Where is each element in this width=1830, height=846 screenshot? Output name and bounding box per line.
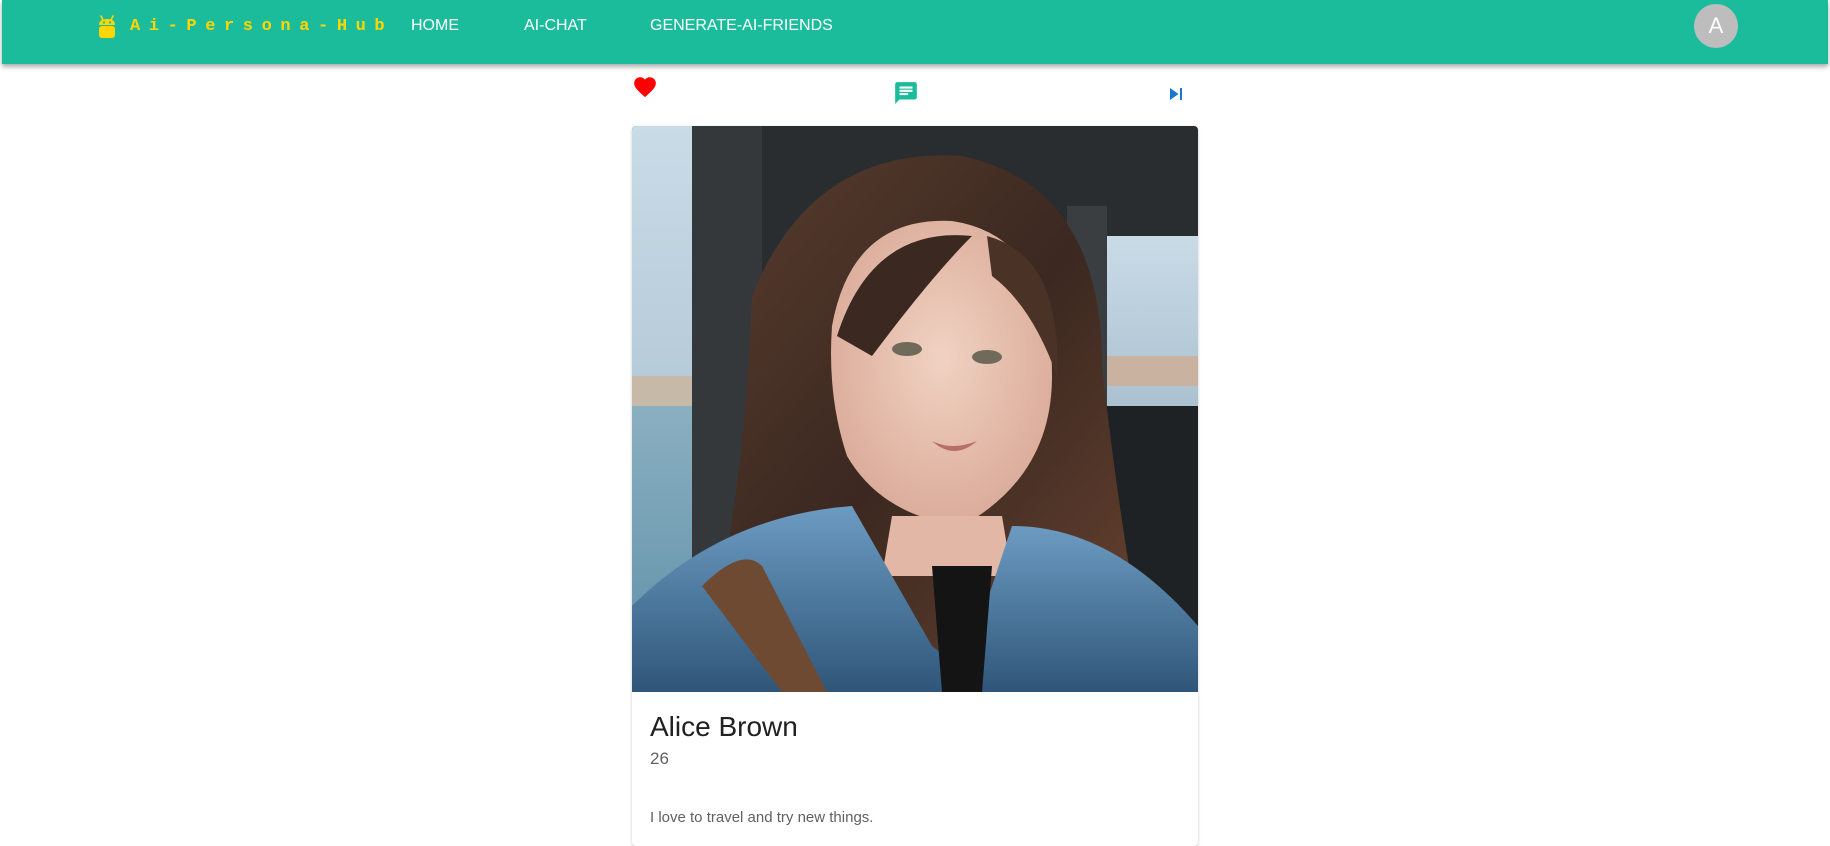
nav-generate-ai-friends[interactable]: GENERATE-AI-FRIENDS (650, 15, 833, 37)
persona-bio: I love to travel and try new things. (650, 809, 874, 826)
nav-home[interactable]: HOME (411, 15, 459, 37)
persona-name: Alice Brown (650, 711, 798, 742)
skip-next-icon[interactable] (1164, 82, 1188, 106)
chat-bubble-icon[interactable] (893, 80, 919, 106)
android-robot-icon (99, 15, 115, 38)
brand-name: Ai-Persona-Hub (130, 16, 394, 36)
brand-logo[interactable]: Ai-Persona-Hub (96, 13, 393, 39)
app-bar: Ai-Persona-Hub HOME AI-CHAT GENERATE-AI-… (2, 0, 1828, 64)
persona-card: Alice Brown 26 I love to travel and try … (632, 126, 1198, 846)
user-avatar[interactable]: A (1694, 4, 1738, 48)
nav-ai-chat[interactable]: AI-CHAT (524, 15, 587, 37)
heart-icon[interactable] (632, 74, 658, 100)
persona-age: 26 (650, 749, 669, 768)
persona-photo (632, 126, 1198, 692)
